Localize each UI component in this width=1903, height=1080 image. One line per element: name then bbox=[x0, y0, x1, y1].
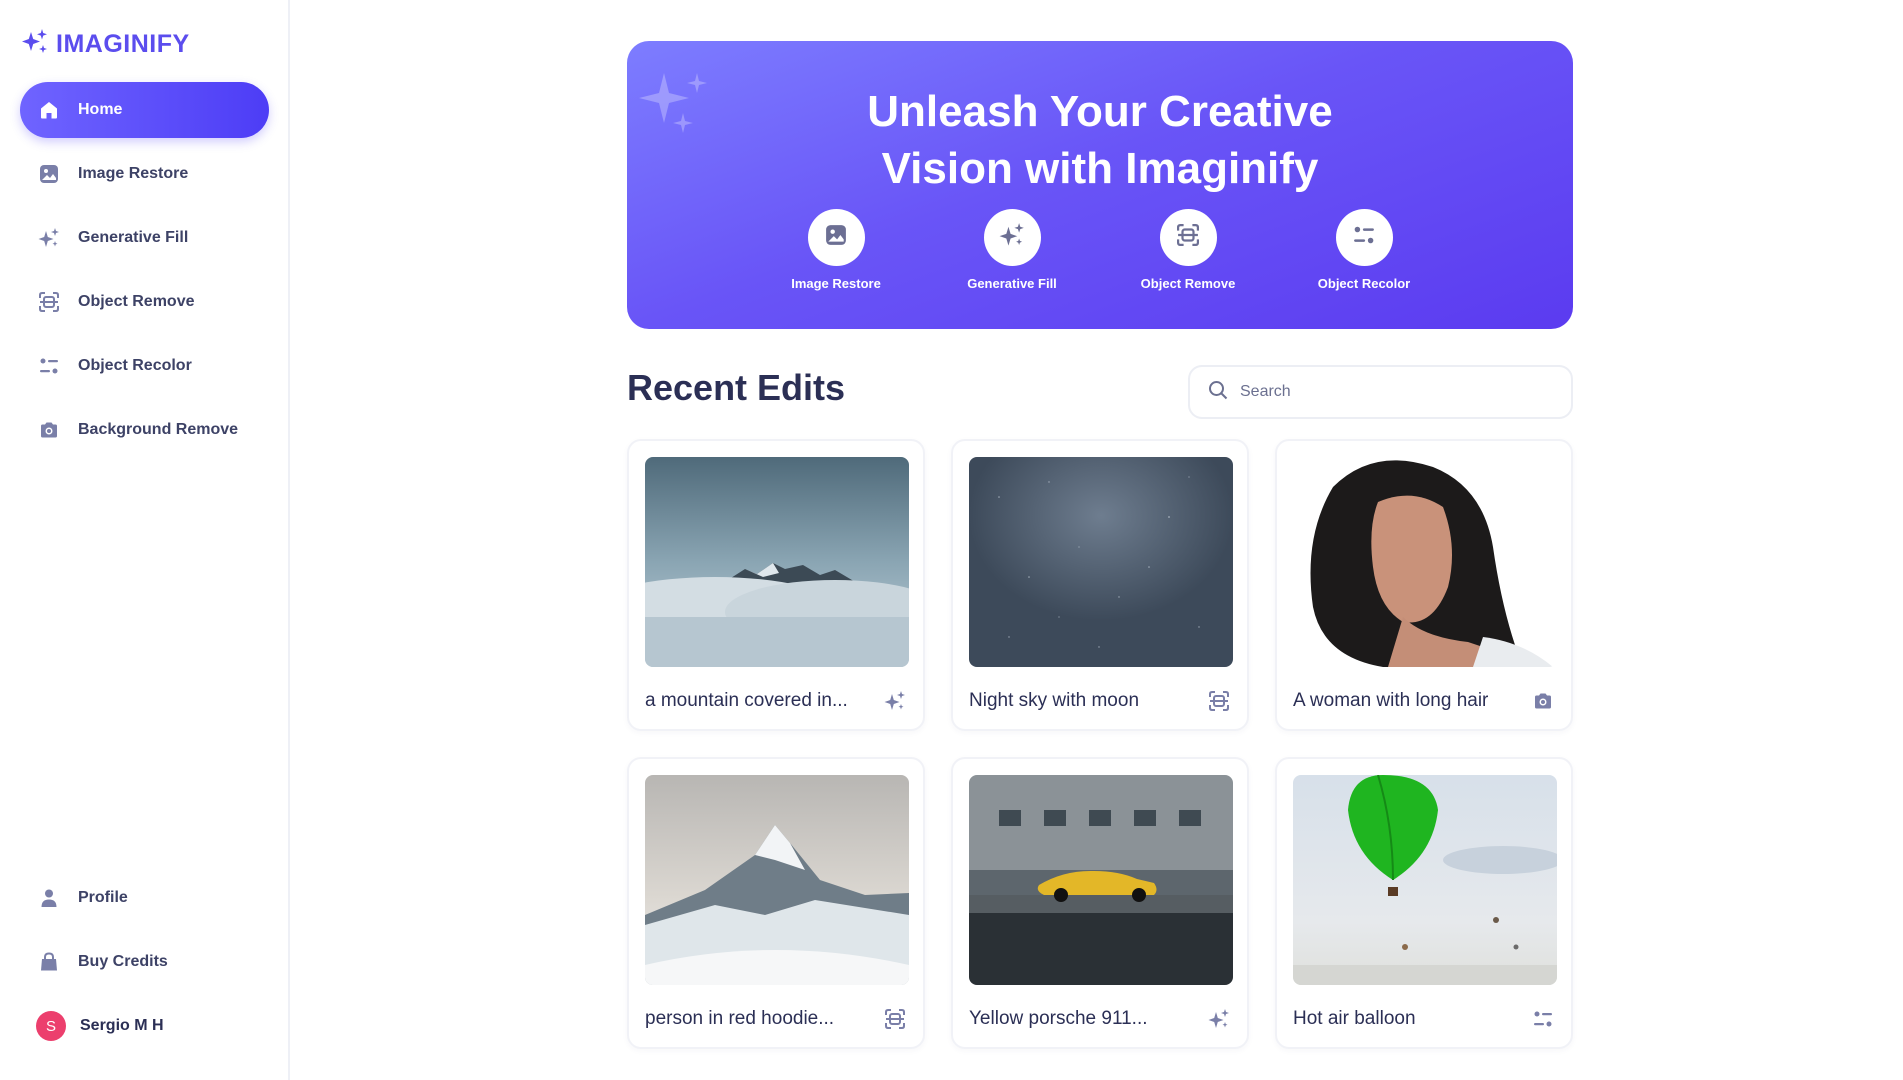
card-thumbnail[interactable] bbox=[969, 457, 1233, 667]
image-card[interactable]: person in red hoodie... bbox=[627, 757, 925, 1049]
card-footer: A woman with long hair bbox=[1293, 689, 1555, 713]
image-card[interactable]: A woman with long hair bbox=[1275, 439, 1573, 731]
card-thumbnail[interactable] bbox=[969, 775, 1233, 985]
sidebar-item-object-recolor[interactable]: Object Recolor bbox=[20, 338, 269, 394]
hero-action-image-restore[interactable]: Image Restore bbox=[748, 209, 924, 291]
card-title: Night sky with moon bbox=[969, 690, 1140, 711]
logo[interactable]: IMAGINIFY bbox=[20, 28, 190, 61]
scan-icon bbox=[1177, 224, 1199, 251]
hero-action-circle[interactable] bbox=[1335, 209, 1393, 266]
recent-edits-title: Recent Edits bbox=[627, 367, 846, 408]
filter-icon bbox=[38, 355, 60, 377]
hero-title: Unleash Your Creative Vision with Imagin… bbox=[627, 83, 1573, 197]
user-name: Sergio M H bbox=[80, 1017, 164, 1034]
card-title: Hot air balloon bbox=[1293, 1008, 1416, 1029]
card-thumbnail[interactable] bbox=[1293, 457, 1557, 667]
sidebar-item-image-restore[interactable]: Image Restore bbox=[20, 146, 269, 202]
search-input[interactable] bbox=[1240, 383, 1560, 401]
image-card[interactable]: Hot air balloon bbox=[1275, 757, 1573, 1049]
stars-icon bbox=[38, 227, 60, 249]
hero-action-label: Object Recolor bbox=[1317, 276, 1411, 291]
bag-icon bbox=[38, 951, 60, 973]
card-thumbnail[interactable] bbox=[1293, 775, 1557, 985]
hero-action-object-remove[interactable]: Object Remove bbox=[1100, 209, 1276, 291]
sidebar-item-label: Image Restore bbox=[78, 165, 189, 182]
sidebar-item-object-remove[interactable]: Object Remove bbox=[20, 274, 269, 330]
sidebar-item-label: Generative Fill bbox=[78, 229, 189, 246]
image-card[interactable]: a mountain covered in... bbox=[627, 439, 925, 731]
sidebar: IMAGINIFY Home Image Restore Generative … bbox=[0, 0, 290, 1080]
hero-action-label: Image Restore bbox=[791, 276, 881, 291]
hero-title-line1: Unleash Your Creative bbox=[867, 87, 1333, 136]
card-thumbnail[interactable] bbox=[645, 457, 909, 667]
search-icon bbox=[1208, 380, 1228, 405]
sidebar-item-background-remove[interactable]: Background Remove bbox=[20, 402, 269, 458]
hero-actions: Image Restore Generative Fill Object Rem… bbox=[627, 209, 1573, 291]
filter-icon bbox=[1353, 224, 1375, 251]
hero-action-label: Generative Fill bbox=[967, 276, 1057, 291]
scan-icon bbox=[883, 1007, 907, 1031]
scan-icon bbox=[1207, 689, 1231, 713]
hero-action-circle[interactable] bbox=[1159, 209, 1217, 266]
sidebar-item-home[interactable]: Home bbox=[20, 82, 269, 138]
sidebar-item-label: Buy Credits bbox=[78, 953, 168, 970]
sidebar-item-label: Profile bbox=[78, 889, 128, 906]
stars-icon bbox=[999, 222, 1025, 253]
card-footer: Night sky with moon bbox=[969, 689, 1231, 713]
hero-action-object-recolor[interactable]: Object Recolor bbox=[1276, 209, 1452, 291]
brand-name: IMAGINIFY bbox=[56, 30, 190, 58]
sidebar-item-label: Object Remove bbox=[78, 293, 195, 310]
sidebar-item-generative-fill[interactable]: Generative Fill bbox=[20, 210, 269, 266]
sidebar-item-buy-credits[interactable]: Buy Credits bbox=[20, 934, 269, 990]
stars-icon bbox=[883, 689, 907, 713]
card-footer: person in red hoodie... bbox=[645, 1007, 907, 1031]
hero-action-label: Object Remove bbox=[1140, 276, 1236, 291]
home-icon bbox=[38, 99, 60, 121]
card-footer: a mountain covered in... bbox=[645, 689, 907, 713]
card-title: person in red hoodie... bbox=[645, 1008, 835, 1029]
sidebar-item-label: Object Recolor bbox=[78, 357, 192, 374]
camera-icon bbox=[38, 419, 60, 441]
user-profile[interactable]: S Sergio M H bbox=[20, 998, 269, 1054]
hero-action-circle[interactable] bbox=[983, 209, 1041, 266]
recent-edits-header: Recent Edits bbox=[627, 349, 1573, 439]
recent-edits-grid: a mountain covered in... Night sky with … bbox=[627, 439, 1573, 1049]
card-footer: Yellow porsche 911... bbox=[969, 1007, 1231, 1031]
stars-icon bbox=[1207, 1007, 1231, 1031]
card-title: Yellow porsche 911... bbox=[969, 1008, 1148, 1029]
card-thumbnail[interactable] bbox=[645, 775, 909, 985]
filter-icon bbox=[1531, 1007, 1555, 1031]
avatar[interactable]: S bbox=[36, 1011, 66, 1041]
camera-icon bbox=[1531, 689, 1555, 713]
hero-banner: Unleash Your Creative Vision with Imagin… bbox=[627, 41, 1573, 329]
image-card[interactable]: Night sky with moon bbox=[951, 439, 1249, 731]
sidebar-item-label: Background Remove bbox=[78, 421, 239, 438]
card-footer: Hot air balloon bbox=[1293, 1007, 1555, 1031]
sidebar-item-profile[interactable]: Profile bbox=[20, 870, 269, 926]
hero-action-generative-fill[interactable]: Generative Fill bbox=[924, 209, 1100, 291]
profile-icon bbox=[38, 887, 60, 909]
hero-title-line2: Vision with Imaginify bbox=[881, 144, 1319, 193]
image-icon bbox=[825, 224, 847, 251]
hero-action-circle[interactable] bbox=[807, 209, 865, 266]
card-title: a mountain covered in... bbox=[645, 690, 848, 711]
sidebar-item-label: Home bbox=[78, 101, 123, 118]
search-box[interactable] bbox=[1188, 365, 1573, 419]
sidebar-nav: Home Image Restore Generative Fill Objec… bbox=[20, 82, 269, 466]
image-icon bbox=[38, 163, 60, 185]
app-root: IMAGINIFY Home Image Restore Generative … bbox=[0, 0, 1903, 1080]
main-content: Unleash Your Creative Vision with Imagin… bbox=[627, 41, 1573, 1049]
scan-icon bbox=[38, 291, 60, 313]
image-card[interactable]: Yellow porsche 911... bbox=[951, 757, 1249, 1049]
card-title: A woman with long hair bbox=[1293, 690, 1489, 711]
logo-stars-icon bbox=[20, 28, 50, 61]
sidebar-bottom: Profile Buy Credits S Sergio M H bbox=[20, 870, 269, 1054]
